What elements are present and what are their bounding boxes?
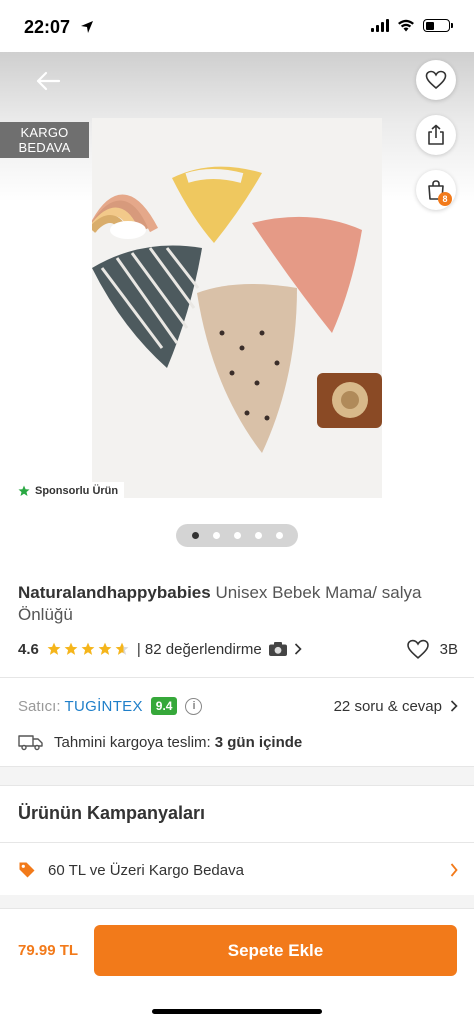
- location-arrow-icon: [81, 21, 93, 33]
- product-title: Naturalandhappybabies Unisex Bebek Mama/…: [18, 582, 438, 626]
- star-icon: [64, 642, 78, 655]
- favorite-button[interactable]: [416, 60, 456, 100]
- sponsored-text: Sponsorlu Ürün: [35, 485, 119, 497]
- camera-icon: [268, 642, 287, 656]
- favorite-count[interactable]: 3B: [406, 639, 458, 660]
- carousel-dot[interactable]: [212, 532, 220, 539]
- star-icon: [81, 642, 95, 655]
- heart-icon: [425, 70, 447, 90]
- carousel-dot[interactable]: [233, 532, 241, 539]
- star-icon: [98, 642, 112, 655]
- product-gallery[interactable]: 8 KARGO BEDAVA Sponsorlu Ürün: [0, 52, 474, 512]
- seller-score-badge: 9.4: [150, 697, 178, 715]
- chevron-right-icon: [450, 700, 458, 712]
- divider: [0, 677, 474, 678]
- cart-count-badge: 8: [438, 192, 452, 206]
- cellular-signal-icon: [371, 19, 389, 32]
- cart-button[interactable]: 8: [416, 170, 456, 210]
- status-indicators: [371, 19, 453, 32]
- favorite-count-value: 3B: [439, 640, 458, 658]
- carousel-dot[interactable]: [275, 532, 283, 539]
- share-button[interactable]: [416, 115, 456, 155]
- campaign-label: 60 TL ve Üzeri Kargo Bedava: [48, 861, 244, 879]
- rating-row[interactable]: 4.6 | 82 değerlendirme 3B: [18, 638, 458, 660]
- free-shipping-line1: KARGO: [20, 125, 69, 140]
- bottom-bar: 79.99 TL Sepete Ekle: [0, 908, 474, 1024]
- section-separator: [0, 766, 474, 786]
- delivery-time: 3 gün içinde: [214, 733, 303, 751]
- sponsored-label: Sponsorlu Ürün: [12, 482, 125, 500]
- seller-name-link[interactable]: TUGİNTEX: [65, 698, 143, 715]
- carousel-indicator[interactable]: [176, 524, 298, 547]
- free-shipping-line2: BEDAVA: [18, 140, 71, 155]
- truck-icon: [18, 735, 43, 751]
- seller-row[interactable]: Satıcı: TUGİNTEX 9.4 i 22 soru & cevap: [18, 696, 458, 716]
- add-to-cart-button[interactable]: Sepete Ekle: [94, 925, 457, 976]
- price: 79.99 TL: [18, 942, 79, 959]
- info-icon[interactable]: i: [185, 697, 203, 715]
- review-count[interactable]: | 82 değerlendirme: [137, 641, 262, 658]
- chevron-right-icon: [450, 863, 458, 877]
- share-icon: [428, 124, 444, 145]
- rating-value: 4.6: [18, 640, 39, 658]
- status-bar: 22:07: [0, 0, 474, 52]
- home-indicator[interactable]: [152, 1009, 322, 1014]
- campaign-item[interactable]: 60 TL ve Üzeri Kargo Bedava: [18, 858, 458, 882]
- star-icon: [18, 485, 30, 496]
- carousel-dot[interactable]: [191, 532, 199, 539]
- free-shipping-badge: KARGO BEDAVA: [0, 122, 89, 158]
- tag-icon: [19, 862, 35, 878]
- delivery-estimate: Tahmini kargoya teslim: 3 gün içinde: [18, 731, 302, 753]
- product-image[interactable]: [92, 118, 382, 498]
- section-separator: [0, 895, 474, 908]
- qa-link-label: 22 soru & cevap: [333, 697, 442, 715]
- battery-icon: [423, 19, 453, 32]
- questions-answers-link[interactable]: 22 soru & cevap: [334, 698, 458, 715]
- carousel-dot[interactable]: [254, 532, 262, 539]
- wifi-icon: [398, 19, 414, 32]
- delivery-text: Tahmini kargoya teslim:: [54, 733, 211, 751]
- campaigns-title: Ürünün Kampanyaları: [18, 803, 206, 823]
- back-button[interactable]: [30, 66, 66, 96]
- heart-icon: [406, 639, 429, 659]
- status-time: 22:07: [24, 17, 71, 37]
- chevron-right-icon: [294, 643, 302, 655]
- divider: [0, 842, 474, 843]
- back-arrow-icon: [36, 71, 61, 91]
- product-photo-illustration: [92, 118, 382, 498]
- star-half-icon: [115, 642, 129, 655]
- rating-stars: [47, 642, 129, 656]
- product-brand[interactable]: Naturalandhappybabies: [18, 583, 211, 602]
- star-icon: [47, 642, 61, 655]
- seller-label: Satıcı:: [18, 697, 61, 715]
